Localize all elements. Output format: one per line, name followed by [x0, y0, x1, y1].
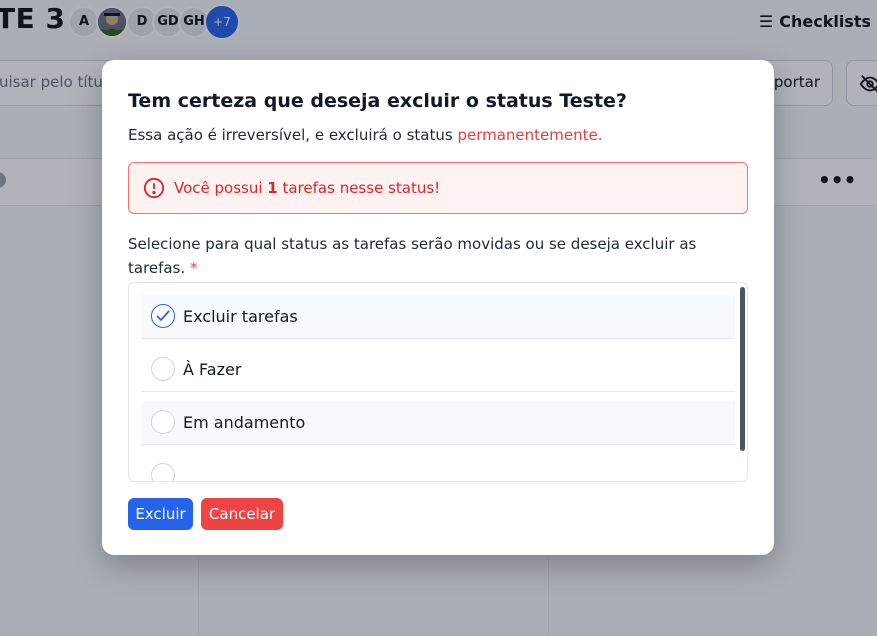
- confirm-delete-button[interactable]: Excluir: [128, 498, 193, 530]
- alert-text: Você possui 1 tarefas nesse status!: [174, 179, 440, 197]
- radio-unchecked[interactable]: [151, 463, 175, 481]
- option-em-andamento[interactable]: Em andamento: [141, 401, 735, 445]
- delete-status-dialog: Tem certeza que deseja excluir o status …: [102, 60, 774, 555]
- radio-checked[interactable]: [151, 304, 175, 328]
- cancel-button[interactable]: Cancelar: [201, 498, 283, 530]
- description-text: Essa ação é irreversível, e excluirá o s…: [128, 126, 458, 144]
- radio-unchecked[interactable]: [151, 410, 175, 434]
- radio-unchecked[interactable]: [151, 357, 175, 381]
- option-label: Excluir tarefas: [183, 307, 298, 326]
- description-emphasis: permanentemente.: [457, 126, 603, 144]
- alert-prefix: Você possui: [174, 179, 268, 197]
- task-count: 1: [267, 179, 278, 197]
- option-excluir-tarefas[interactable]: Excluir tarefas: [141, 295, 735, 339]
- option-label: Em andamento: [183, 413, 306, 432]
- required-mark: *: [189, 259, 198, 277]
- list-scrollbar[interactable]: [740, 287, 745, 451]
- option-partial[interactable]: [141, 454, 735, 481]
- check-icon: [156, 310, 170, 322]
- alert-suffix: tarefas nesse status!: [277, 179, 441, 197]
- dialog-title: Tem certeza que deseja excluir o status …: [128, 90, 627, 112]
- info-circle-icon: [143, 177, 165, 199]
- option-label: À Fazer: [183, 360, 242, 379]
- option-a-fazer[interactable]: À Fazer: [141, 348, 735, 392]
- select-label: Selecione para qual status as tarefas se…: [128, 232, 728, 280]
- dialog-description: Essa ação é irreversível, e excluirá o s…: [128, 126, 602, 144]
- status-options-list[interactable]: Excluir tarefas À Fazer Em andamento: [128, 282, 748, 482]
- select-label-text: Selecione para qual status as tarefas se…: [128, 235, 697, 277]
- warning-alert: Você possui 1 tarefas nesse status!: [128, 162, 748, 214]
